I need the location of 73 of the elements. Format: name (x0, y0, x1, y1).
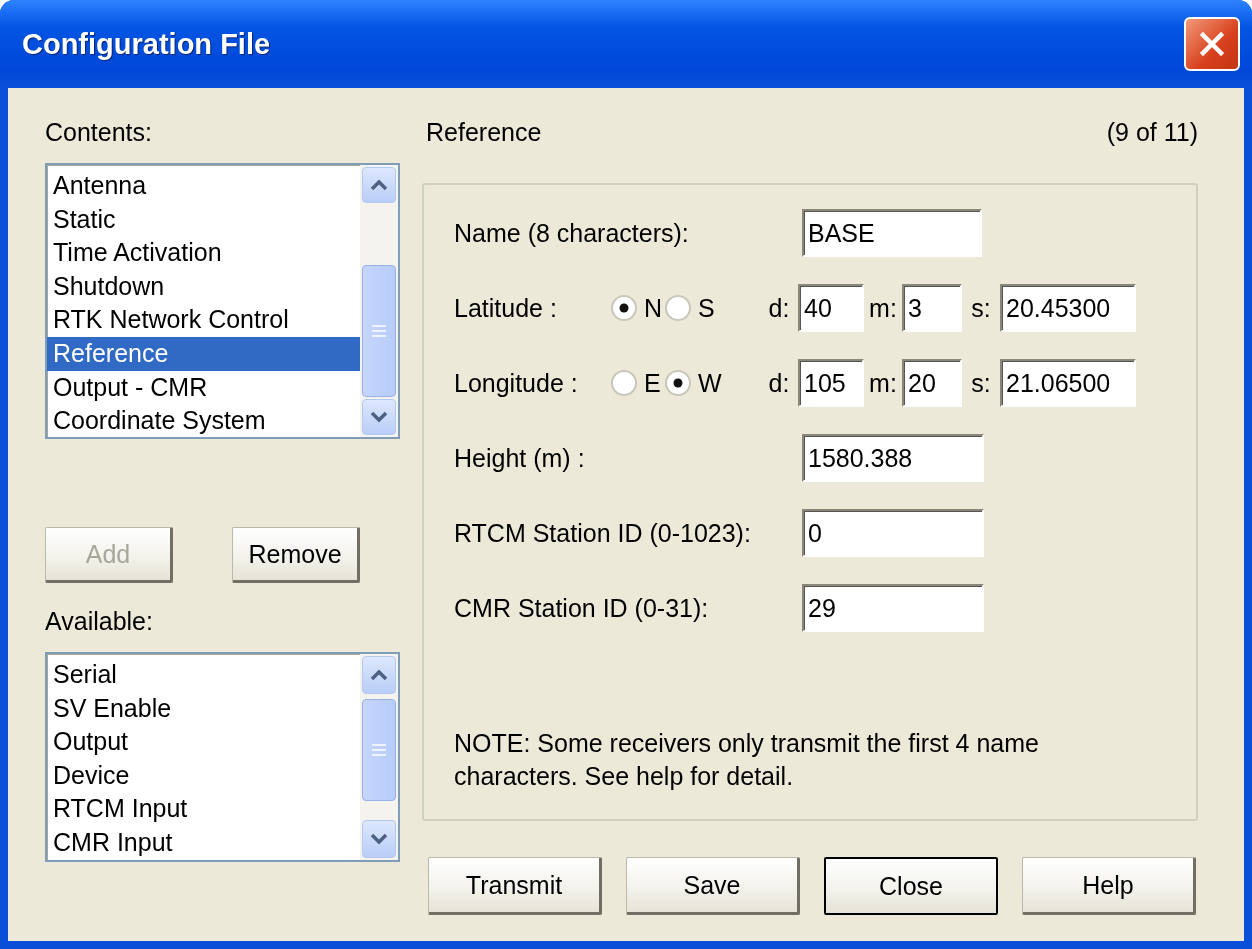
part-label: m: (868, 368, 898, 398)
dialog-button[interactable]: Close (824, 857, 998, 915)
list-item[interactable]: Static (47, 202, 360, 237)
input-field[interactable]: 29 (802, 584, 984, 632)
input-field[interactable]: 21.06500 (1000, 359, 1136, 407)
list-box[interactable]: Serial SV Enable Output Device RTCM Input CMR Input (45, 652, 400, 862)
list-item[interactable]: Shutdown (47, 269, 360, 304)
chevron-up-icon (370, 669, 388, 681)
note-text: NOTE: Some receivers only transmit the first 4 name characters. See help for detail. (454, 728, 1040, 792)
radio-button[interactable]: E (610, 368, 662, 398)
input-field[interactable]: 3 (902, 284, 962, 332)
radio-button[interactable]: S (664, 293, 734, 323)
list-item[interactable]: Time Activation (47, 236, 360, 270)
close-button[interactable] (1184, 17, 1240, 71)
input-field[interactable]: 105 (798, 359, 864, 407)
input-field[interactable]: 40 (798, 284, 864, 332)
field-label: RTCM Station ID (0-1023): (454, 518, 752, 548)
list-item[interactable]: Output - CMR (47, 370, 360, 405)
chevron-down-icon (370, 411, 388, 423)
list-button[interactable]: Remove (232, 527, 360, 583)
window-title: Configuration File (22, 27, 271, 61)
list-item[interactable]: Reference (47, 336, 360, 371)
section-title: Reference (426, 118, 542, 147)
radio-circle-icon (610, 369, 638, 397)
list-box[interactable]: Antenna Static Time Activation Shutdown RTK Network Control Reference Output - CMR Coordinate System (45, 163, 400, 439)
page-counter: (9 of 11) (1106, 118, 1198, 147)
grip-icon (372, 325, 386, 337)
part-label: d: (767, 368, 791, 398)
radio-circle-icon (664, 294, 692, 322)
radio-button[interactable]: W (664, 368, 734, 398)
dialog-button[interactable]: Help (1022, 857, 1196, 915)
list-item[interactable]: CMR Input (47, 825, 360, 860)
list-item[interactable]: Device (47, 758, 360, 793)
grip-icon (372, 744, 386, 756)
field-label: Latitude : (454, 293, 558, 323)
dialog-button[interactable]: Transmit (428, 857, 602, 915)
scroll-up-button[interactable] (362, 656, 396, 694)
list-item[interactable]: Serial (47, 658, 360, 692)
list-item[interactable]: RTCM Input (47, 792, 360, 826)
part-label: s: (970, 293, 992, 323)
list-item[interactable]: Coordinate System (47, 404, 360, 437)
scrollbar[interactable] (360, 654, 398, 860)
input-field[interactable]: 20 (902, 359, 962, 407)
radio-circle-icon (664, 369, 692, 397)
field-label: Height (m) : (454, 443, 586, 473)
part-label: s: (970, 368, 992, 398)
scrollbar[interactable] (360, 165, 398, 437)
list-item[interactable]: SV Enable (47, 691, 360, 726)
available-label: Available: (45, 607, 154, 636)
input-field[interactable]: 0 (802, 509, 984, 557)
scroll-down-button[interactable] (362, 399, 396, 435)
part-label: d: (767, 293, 791, 323)
list-item[interactable]: RTK Network Control (47, 303, 360, 337)
field-label: CMR Station ID (0-31): (454, 593, 710, 623)
list-item[interactable]: Antenna (47, 169, 360, 203)
scroll-up-button[interactable] (362, 167, 396, 203)
radio-button[interactable]: N (610, 293, 662, 323)
scroll-down-button[interactable] (362, 820, 396, 858)
chevron-down-icon (370, 833, 388, 845)
chevron-up-icon (370, 179, 388, 191)
field-label: Longitude : (454, 368, 579, 398)
scroll-thumb[interactable] (362, 699, 396, 801)
radio-circle-icon (610, 294, 638, 322)
close-icon (1197, 29, 1227, 59)
list-item[interactable]: Output (47, 725, 360, 759)
input-field[interactable]: BASE (802, 209, 982, 257)
dialog-button[interactable]: Save (626, 857, 800, 915)
contents-label: Contents: (45, 118, 153, 147)
scroll-thumb[interactable] (362, 265, 396, 397)
input-field[interactable]: 20.45300 (1000, 284, 1136, 332)
field-label: Name (8 characters): (454, 218, 690, 248)
input-field[interactable]: 1580.388 (802, 434, 984, 482)
part-label: m: (868, 293, 898, 323)
